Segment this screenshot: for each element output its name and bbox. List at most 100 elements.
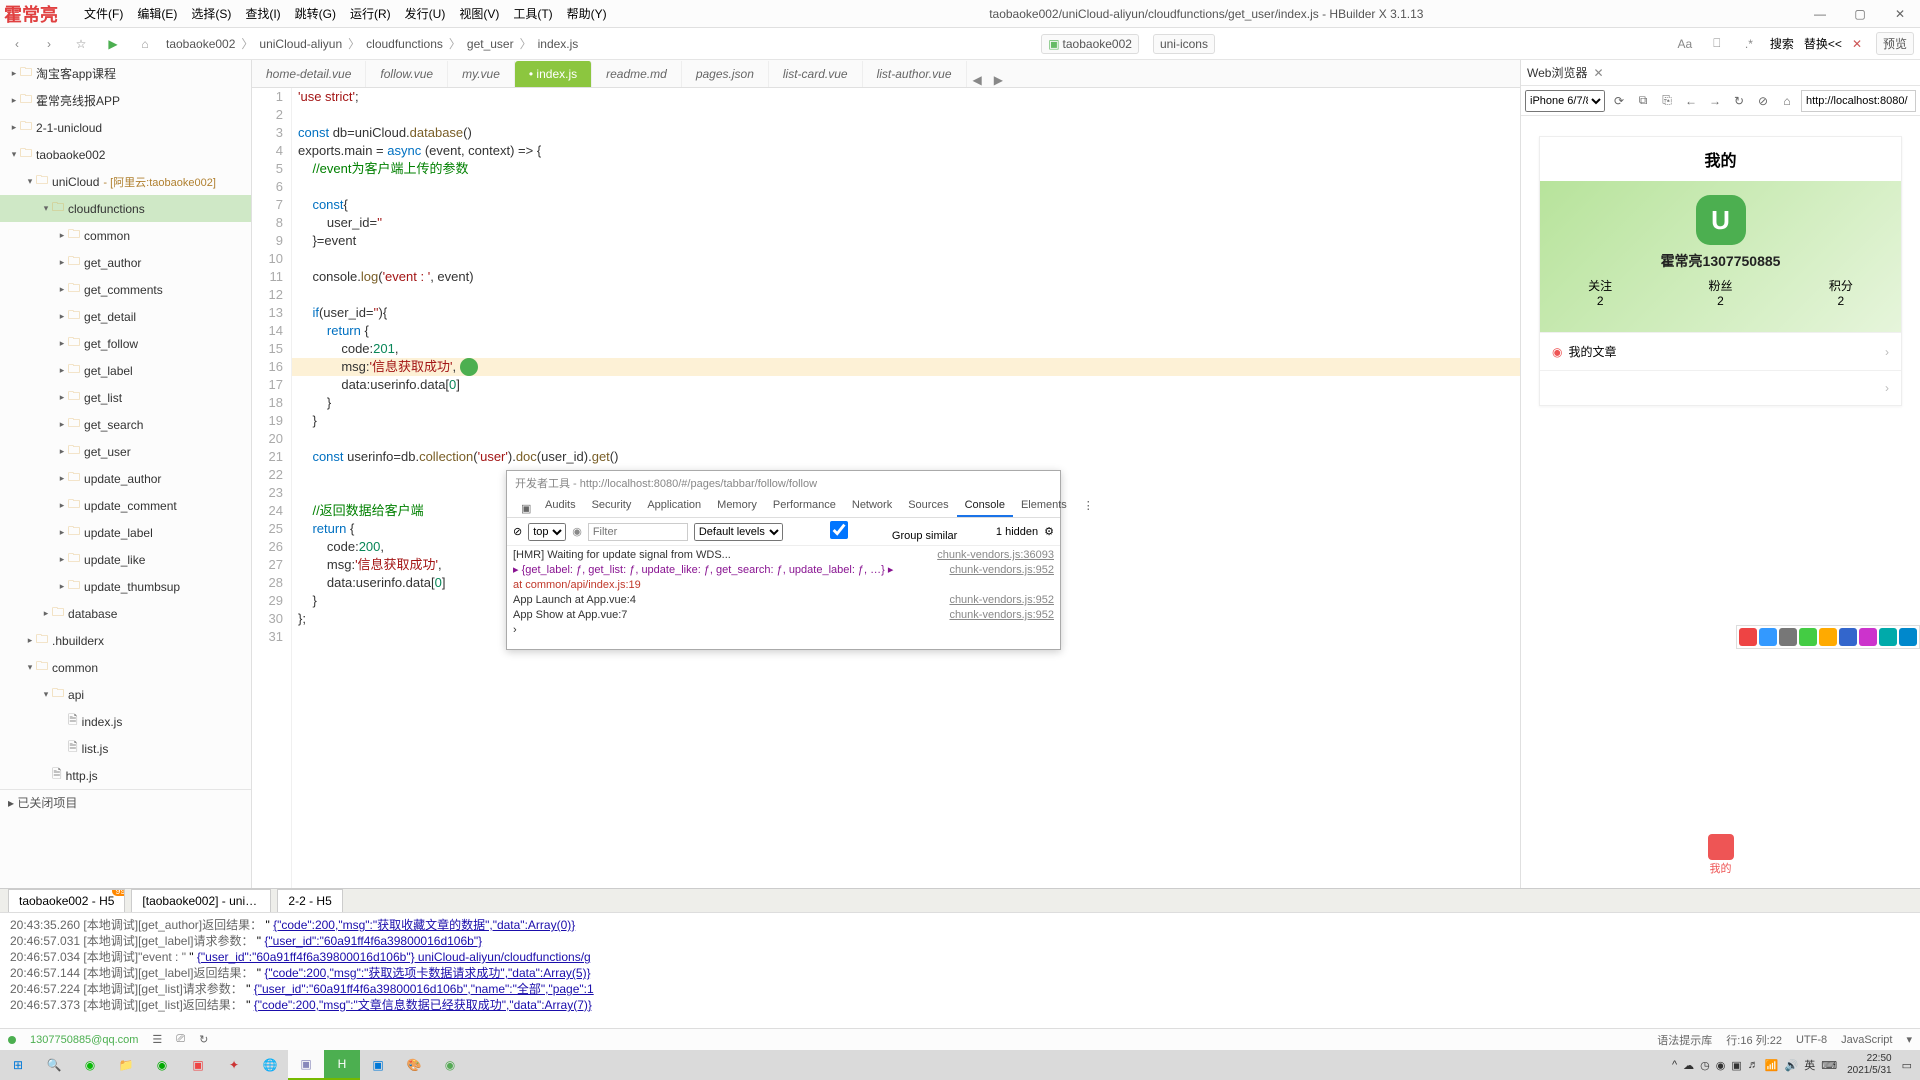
tree-item[interactable]: ▸🗀update_author [0,465,251,492]
app-icon-4[interactable]: ◉ [432,1050,468,1080]
tab-scroll-left[interactable]: ◀ [967,73,988,87]
tree-item[interactable]: ▸🗀get_label [0,357,251,384]
breadcrumb-item[interactable]: uniCloud-aliyun [259,37,342,51]
tree-item[interactable]: ▸🗀get_comments [0,276,251,303]
terminal-tab[interactable]: [taobaoke002] - uniClo... [131,889,271,912]
console-panel[interactable]: 20:43:35.260 [本地调试][get_author]返回结果： " {… [0,912,1920,1028]
preview-close-icon[interactable]: ✕ [1593,66,1603,80]
tree-item[interactable]: ▸🗀get_follow [0,330,251,357]
close-button[interactable]: ✕ [1880,0,1920,28]
tray-3[interactable]: ♬ [1748,1059,1759,1071]
replace-label[interactable]: 替换<< [1804,35,1842,52]
devtools-tab[interactable]: Elements [1013,495,1075,517]
terminal-tab[interactable]: 2-2 - H5 [277,889,342,912]
reload-icon[interactable]: ↻ [1729,91,1749,111]
tree-item[interactable]: ▸🗀.hbuilderx [0,627,251,654]
s-icon-8[interactable] [1879,628,1897,646]
tree-item[interactable]: ▾🗀common [0,654,251,681]
url-input[interactable] [1801,90,1916,112]
sync-icon[interactable]: ↻ [199,1033,208,1046]
menu-item[interactable]: 视图(V) [453,1,505,26]
tree-item[interactable]: ▸🗀霍常亮线报APP [0,87,251,114]
tray-ime[interactable]: 英 [1804,1057,1815,1073]
language-mode[interactable]: JavaScript [1841,1034,1892,1046]
editor-tab[interactable]: follow.vue [366,61,448,87]
app-icon-3[interactable]: ✦ [216,1050,252,1080]
devtools-tab[interactable]: Memory [709,495,765,517]
s-icon-5[interactable] [1819,628,1837,646]
tree-item[interactable]: ▸🗀get_author [0,249,251,276]
app-icon-2[interactable]: ▣ [180,1050,216,1080]
hbuilder2-icon[interactable]: H [324,1050,360,1080]
tree-item[interactable]: ▾🗀cloudfunctions [0,195,251,222]
syntax-hint[interactable]: 语法提示库 [1657,1032,1712,1048]
tree-item[interactable]: ▸🗀common [0,222,251,249]
home-icon[interactable]: ⌂ [134,33,156,55]
devtools-console-body[interactable]: [HMR] Waiting for update signal from WDS… [507,546,1060,649]
nav-forward-icon[interactable]: → [1705,91,1725,111]
minimize-button[interactable]: — [1800,0,1840,28]
tree-item[interactable]: ▾🗀api [0,681,251,708]
devtools-tab[interactable]: Security [584,495,640,517]
pin-icon[interactable]: ⎘ [1657,91,1677,111]
project-chip-2[interactable]: uni-icons [1153,34,1215,54]
s-icon-4[interactable] [1799,628,1817,646]
paint-icon[interactable]: 🎨 [396,1050,432,1080]
editor-tab[interactable]: my.vue [448,61,515,87]
tray-net-icon[interactable]: ◷ [1700,1059,1710,1072]
tab-scroll-right[interactable]: ▶ [988,73,1009,87]
menu-item[interactable]: 运行(R) [344,1,397,26]
devtools-more-icon[interactable]: ⋮ [1075,495,1102,517]
case-icon[interactable]: Aa [1674,33,1696,55]
menu-item[interactable]: 选择(S) [185,1,237,26]
tree-item[interactable]: ▸🗀database [0,600,251,627]
tree-item[interactable]: ▸🗀get_search [0,411,251,438]
menu-item[interactable]: 查找(I) [239,1,286,26]
tray-cloud-icon[interactable]: ☁ [1683,1059,1694,1072]
nav-back-icon[interactable]: ← [1681,91,1701,111]
levels-select[interactable]: Default levels [694,523,783,541]
editor-tab[interactable]: readme.md [592,61,682,87]
s-icon-3[interactable] [1779,628,1797,646]
tray-wifi-icon[interactable]: 📶 [1765,1059,1779,1072]
preview-button[interactable]: 预览 [1876,32,1914,55]
s-icon-2[interactable] [1759,628,1777,646]
tree-item[interactable]: 🗎index.js [0,708,251,735]
stat-item[interactable]: 粉丝2 [1708,277,1732,308]
project-chip-1[interactable]: ▣taobaoke002 [1041,34,1139,54]
s-icon-6[interactable] [1839,628,1857,646]
tree-item[interactable]: 🗎list.js [0,735,251,762]
word-icon[interactable]: ⎕ [1706,33,1728,55]
s-icon-7[interactable] [1859,628,1877,646]
devtools-tab[interactable]: Network [844,495,900,517]
tree-item[interactable]: ▸🗀update_label [0,519,251,546]
start-button[interactable]: ⊞ [0,1050,36,1080]
tree-item[interactable]: ▸🗀2-1-unicloud [0,114,251,141]
menu-item[interactable]: 跳转(G) [289,1,342,26]
terminal-tab[interactable]: taobaoke002 - H599 [8,889,125,912]
s-icon-9[interactable] [1899,628,1917,646]
breadcrumb-item[interactable]: get_user [467,37,514,51]
editor-tab[interactable]: home-detail.vue [252,61,366,87]
devtools-tab[interactable]: Application [639,495,709,517]
tray-up-icon[interactable]: ^ [1672,1059,1677,1071]
devtools-tab[interactable]: Sources [900,495,956,517]
context-select[interactable]: top [528,523,566,541]
menu-item[interactable]: 帮助(Y) [561,1,613,26]
explorer-icon[interactable]: 📁 [108,1050,144,1080]
side-floating-icons[interactable] [1736,625,1920,649]
devtools-toggle-icon[interactable]: ⌂ [1777,91,1797,111]
vscode-icon[interactable]: ▣ [360,1050,396,1080]
app-icon-1[interactable]: ◉ [144,1050,180,1080]
clear-console-icon[interactable]: ⊘ [513,525,522,538]
editor-tab[interactable]: list-card.vue [769,61,863,87]
play-icon[interactable]: ▶ [102,33,124,55]
tray-2[interactable]: ▣ [1731,1059,1741,1072]
settings-icon[interactable]: ⚙ [1044,525,1054,538]
regex-icon[interactable]: .* [1738,33,1760,55]
terminal-icon[interactable]: ⎚ [176,1033,185,1046]
chrome-icon[interactable]: 🌐 [252,1050,288,1080]
search-label[interactable]: 搜索 [1770,35,1794,52]
editor-tab[interactable]: pages.json [682,61,769,87]
forward-icon[interactable]: › [38,33,60,55]
